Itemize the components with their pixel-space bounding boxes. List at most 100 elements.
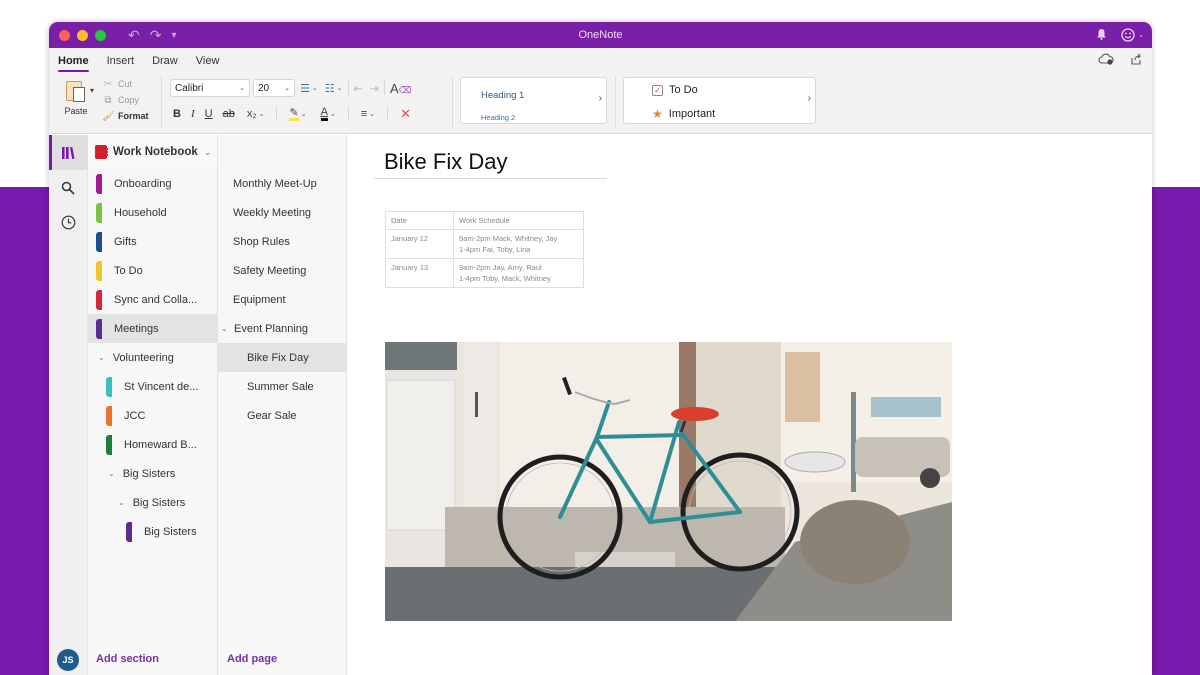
customize-toolbar-icon[interactable]: ▾ (171, 30, 176, 41)
page-canvas[interactable]: Bike Fix Day Date Work Schedule January … (347, 135, 1152, 675)
table-cell-date[interactable]: January 13 (385, 258, 454, 288)
sidebar-item-section[interactable]: Meetings (88, 314, 217, 343)
font-color-button[interactable]: A ⌄ (319, 107, 338, 121)
sidebar-item-section[interactable]: JCC (88, 401, 217, 430)
section-group[interactable]: ⌄ Volunteering (88, 343, 217, 372)
sidebar-item-section[interactable]: Homeward B... (88, 430, 217, 459)
paragraph-alignment-button[interactable]: ≡ ⌄ (359, 108, 377, 120)
paste-options-chevron-icon[interactable]: ▾ (90, 86, 94, 95)
ribbon-tabs: Home Insert Draw View (49, 48, 1152, 74)
paste-button[interactable]: Paste (58, 78, 94, 116)
sidebar-item-section[interactable]: Gifts (88, 227, 217, 256)
page-list-item[interactable]: Safety Meeting (218, 256, 346, 285)
underline-button[interactable]: U (205, 108, 213, 120)
table-header-cell[interactable]: Date (385, 211, 454, 230)
bell-icon[interactable] (1096, 28, 1107, 43)
divider (161, 76, 162, 128)
cut-button[interactable]: ✂ Cut (102, 77, 149, 91)
minimize-window-button[interactable] (77, 29, 88, 41)
sidebar-item-section[interactable]: Sync and Colla... (88, 285, 217, 314)
sidebar-item-section[interactable]: Onboarding (88, 169, 217, 198)
page-list-item[interactable]: Weekly Meeting (218, 198, 346, 227)
bicycle-photo[interactable] (385, 342, 952, 621)
decrease-indent-button[interactable]: ⇤ (352, 82, 365, 95)
tab-insert[interactable]: Insert (107, 48, 143, 74)
styles-more-icon[interactable]: › (599, 93, 602, 104)
sidebar-item-section[interactable]: Big Sisters (88, 517, 217, 546)
italic-button[interactable]: I (191, 108, 195, 120)
numbering-button[interactable]: ☷ ⌄ (323, 82, 345, 95)
account-icon[interactable]: ⌄ (1121, 28, 1144, 42)
bold-button[interactable]: B (173, 108, 181, 120)
todo-tag[interactable]: ✓ To Do (652, 84, 698, 96)
table-cell-schedule[interactable]: 9am-2pm Mack, Whitney, Jay 1-4pm Fai, To… (453, 229, 584, 259)
chevron-down-icon[interactable]: ⌄ (221, 324, 229, 333)
share-icon[interactable] (1130, 53, 1142, 68)
page-list-item[interactable]: Summer Sale (218, 372, 346, 401)
sidebar-item-section[interactable]: To Do (88, 256, 217, 285)
section-group[interactable]: ⌄ Big Sisters (88, 459, 217, 488)
table-header-cell[interactable]: Work Schedule (453, 211, 584, 230)
section-label: Big Sisters (132, 496, 186, 509)
search-button[interactable] (49, 170, 87, 205)
section-color-tab-icon (106, 376, 112, 397)
page-list-item[interactable]: Shop Rules (218, 227, 346, 256)
highlight-button[interactable]: ✎ ⌄ (287, 107, 308, 121)
notebooks-button[interactable] (49, 135, 87, 170)
subscript-button[interactable]: x₂ ⌄ (245, 108, 267, 120)
table-cell-schedule[interactable]: 9am-2pm Jay, Amy, Raul 1-4pm Toby, Mack,… (453, 258, 584, 288)
sync-status-icon[interactable] (1098, 53, 1114, 68)
page-list-item[interactable]: Monthly Meet-Up (218, 169, 346, 198)
recent-notes-button[interactable] (49, 205, 87, 240)
zoom-window-button[interactable] (95, 29, 106, 41)
clipboard-icon (64, 78, 88, 104)
add-section-button[interactable]: Add section (96, 653, 159, 665)
tab-draw[interactable]: Draw (152, 48, 186, 74)
avatar[interactable]: JS (57, 649, 79, 671)
format-painter-button[interactable]: 🖌 Format (102, 109, 149, 123)
clear-formatting-button[interactable]: A⌫ (388, 81, 413, 96)
chevron-down-icon[interactable]: ⌄ (98, 353, 105, 362)
delete-button[interactable]: ✕ (398, 106, 413, 122)
redo-icon[interactable]: ↷ (150, 27, 162, 44)
undo-icon[interactable]: ↶ (128, 27, 140, 44)
subscript-label: x₂ (246, 108, 257, 120)
styles-gallery: Heading 1 Heading 2 › (460, 77, 607, 124)
increase-indent-button[interactable]: ⇥ (368, 82, 381, 95)
bullets-button[interactable]: ☰ ⌄ (298, 82, 320, 95)
page-title[interactable]: Bike Fix Day (384, 149, 507, 175)
page-list-item[interactable]: Gear Sale (218, 401, 346, 430)
section-list: Onboarding Household Gifts To Do Sync and Co… (88, 169, 217, 546)
font-color-icon: A (320, 107, 328, 121)
tab-view[interactable]: View (196, 48, 228, 74)
page-list-item[interactable]: Equipment (218, 285, 346, 314)
tags-more-icon[interactable]: › (808, 93, 811, 104)
table-cell-date[interactable]: January 12 (385, 229, 454, 259)
chevron-down-icon[interactable]: ⌄ (118, 498, 125, 507)
notebook-switcher[interactable]: Work Notebook ⌄ (88, 135, 217, 169)
strikethrough-button[interactable]: ab (223, 108, 235, 120)
font-family-select[interactable]: Calibri ⌄ (170, 79, 250, 97)
sidebar-item-section[interactable]: Household (88, 198, 217, 227)
page-label: Bike Fix Day (247, 351, 309, 364)
indent-icon: ⇥ (369, 82, 379, 95)
work-schedule-table[interactable]: Date Work Schedule January 12 9am-2pm Ma… (385, 211, 584, 288)
font-controls-row: Calibri ⌄ 20 ⌄ ☰ ⌄ ☷ ⌄ ⇤ ⇥ A⌫ (170, 79, 413, 97)
heading-1-style[interactable]: Heading 1 (481, 90, 524, 101)
window-controls (59, 29, 106, 41)
copy-button[interactable]: ⧉ Copy (102, 93, 149, 107)
copy-icon: ⧉ (104, 94, 112, 106)
important-tag[interactable]: ★ Important (652, 107, 715, 121)
page-list-item[interactable]: ⌄ Event Planning (218, 314, 346, 343)
font-size-select[interactable]: 20 ⌄ (253, 79, 295, 97)
page-list-item[interactable]: Bike Fix Day (218, 343, 346, 372)
tab-home[interactable]: Home (58, 48, 97, 74)
sidebar-item-section[interactable]: St Vincent de... (88, 372, 217, 401)
chevron-down-icon[interactable]: ⌄ (108, 469, 115, 478)
heading-2-style[interactable]: Heading 2 (481, 113, 515, 122)
section-group[interactable]: ⌄ Big Sisters (88, 488, 217, 517)
close-window-button[interactable] (59, 29, 70, 41)
section-label: Big Sisters (144, 525, 197, 538)
page-label: Shop Rules (233, 235, 290, 248)
add-page-button[interactable]: Add page (227, 653, 277, 665)
